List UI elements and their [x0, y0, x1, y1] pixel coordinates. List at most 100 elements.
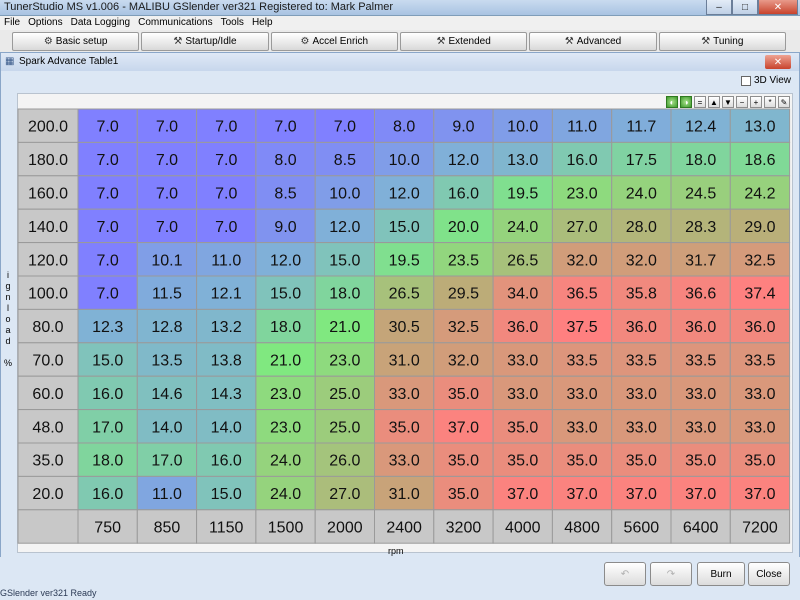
table-cell-value: 18.0 — [329, 286, 360, 303]
table-cell-value: 16.0 — [211, 453, 242, 470]
table-cell-value: 16.0 — [92, 386, 123, 403]
row-axis-label: 100.0 — [28, 286, 68, 303]
table-cell-value: 7.0 — [156, 186, 178, 203]
table-cell-value: 18.6 — [744, 152, 775, 169]
burn-button[interactable]: Burn — [697, 562, 745, 586]
table-cell-value: 7.0 — [215, 152, 237, 169]
y-axis-label-char: i — [7, 270, 9, 280]
table-cell-value: 11.5 — [152, 286, 182, 303]
table-cell-value: 7.0 — [215, 119, 237, 136]
y-axis-label-char — [7, 347, 10, 358]
row-axis-label: 60.0 — [32, 386, 63, 403]
table-cell-value: 15.0 — [270, 286, 301, 303]
y-axis-label-char: o — [5, 314, 11, 324]
y-axis-label-char: d — [5, 336, 11, 346]
table-cell-value: 36.0 — [626, 319, 657, 336]
table-cell-value: 37.0 — [685, 486, 716, 503]
table-cell-value: 15.0 — [329, 252, 360, 269]
table-cell-value: 33.5 — [744, 353, 775, 370]
table-cell-value: 7.0 — [97, 219, 119, 236]
table-cell-value: 24.5 — [685, 186, 716, 203]
table-cell-value: 7.0 — [97, 252, 119, 269]
table-cell-value: 13.5 — [151, 353, 182, 370]
table-cell-value: 18.0 — [270, 319, 301, 336]
table-cell-value: 23.0 — [566, 186, 597, 203]
table-cell-value: 25.0 — [329, 419, 360, 436]
redo-button[interactable]: ↷ — [650, 562, 692, 586]
table-cell-value: 33.0 — [626, 386, 657, 403]
close-button[interactable]: Close — [748, 562, 790, 586]
table-cell-value: 23.0 — [270, 386, 301, 403]
table-cell-value: 33.0 — [389, 386, 420, 403]
row-axis-label: 160.0 — [28, 186, 68, 203]
table-cell-value: 7.0 — [97, 152, 119, 169]
column-axis-label: 750 — [94, 520, 121, 537]
y-axis-label-char: % — [3, 358, 12, 368]
table-cell-value: 16.0 — [92, 486, 123, 503]
table-cell-value: 24.0 — [270, 486, 301, 503]
column-axis-label: 3200 — [446, 520, 482, 537]
table-cell-value: 35.0 — [448, 386, 479, 403]
table-cell-value: 11.0 — [567, 119, 597, 136]
undo-button[interactable]: ↶ — [604, 562, 646, 586]
table-cell-value: 33.0 — [507, 353, 538, 370]
table-cell-value: 17.5 — [626, 152, 657, 169]
table-cell-value: 12.0 — [389, 186, 420, 203]
table-cell-value: 23.5 — [448, 252, 479, 269]
table-cell-value: 36.6 — [685, 286, 716, 303]
table-cell-value: 24.2 — [744, 186, 775, 203]
table-cell-value: 12.8 — [151, 319, 182, 336]
table-cell-value: 33.0 — [566, 386, 597, 403]
table-cell-value: 37.0 — [626, 486, 657, 503]
table-cell-value: 36.0 — [685, 319, 716, 336]
column-axis-label: 6400 — [683, 520, 719, 537]
row-axis-label: 140.0 — [28, 219, 68, 236]
table-cell-value: 23.0 — [329, 353, 360, 370]
axis-corner-cell[interactable] — [17, 509, 79, 544]
table-cell-value: 16.0 — [566, 152, 597, 169]
table-cell-value: 13.2 — [211, 319, 242, 336]
table-cell-value: 28.3 — [685, 219, 716, 236]
table-cell-value: 32.0 — [566, 252, 597, 269]
table-cell-value: 7.0 — [215, 219, 237, 236]
table-cell-value: 29.0 — [744, 219, 775, 236]
table-cell-value: 11.7 — [626, 119, 656, 136]
table-cell-value: 32.5 — [744, 252, 775, 269]
table-cell-value: 24.0 — [626, 186, 657, 203]
table-cell-value: 11.0 — [211, 252, 241, 269]
table-cell-value: 30.5 — [389, 319, 420, 336]
table-cell-value: 25.0 — [329, 386, 360, 403]
table-cell-value: 7.0 — [97, 119, 119, 136]
row-axis-label: 200.0 — [28, 119, 68, 136]
table-cell-value: 35.0 — [389, 419, 420, 436]
table-cell-value: 33.5 — [626, 353, 657, 370]
table-cell-value: 27.0 — [566, 219, 597, 236]
table-cell-value: 9.0 — [452, 119, 474, 136]
table-cell-value: 7.0 — [274, 119, 296, 136]
table-cell-value: 37.0 — [744, 486, 775, 503]
table-cell-value: 24.0 — [270, 453, 301, 470]
table-cell-value: 8.5 — [274, 186, 296, 203]
table-cell-value: 33.0 — [744, 386, 775, 403]
table-cell-value: 10.0 — [389, 152, 420, 169]
table-cell-value: 35.0 — [507, 453, 538, 470]
table-cell-value: 21.0 — [270, 353, 301, 370]
row-axis-label: 180.0 — [28, 152, 68, 169]
table-cell-value: 8.5 — [334, 152, 356, 169]
table-cell-value: 26.5 — [389, 286, 420, 303]
table-cell-value: 7.0 — [97, 286, 119, 303]
table-cell-value: 33.0 — [389, 453, 420, 470]
table-cell-value: 37.0 — [566, 486, 597, 503]
column-axis-label: 2400 — [386, 520, 422, 537]
dialog-button-bar: ↶ ↷ Burn Close — [0, 557, 800, 600]
table-cell-value: 35.0 — [744, 453, 775, 470]
table-cell-value: 33.0 — [566, 419, 597, 436]
table-cell-value: 35.8 — [626, 286, 657, 303]
table-cell-value: 31.7 — [685, 252, 716, 269]
spark-table-grid: 200.0 7.0 7.0 7.0 7.0 7.0 8.0 9.0 10.0 11.0 11.7 12… — [17, 108, 791, 544]
table-cell-value: 12.0 — [329, 219, 360, 236]
table-cell-value: 37.4 — [744, 286, 775, 303]
table-cell-value: 7.0 — [215, 186, 237, 203]
y-axis-label-char: n — [5, 292, 11, 302]
table-cell-value: 20.0 — [448, 219, 479, 236]
